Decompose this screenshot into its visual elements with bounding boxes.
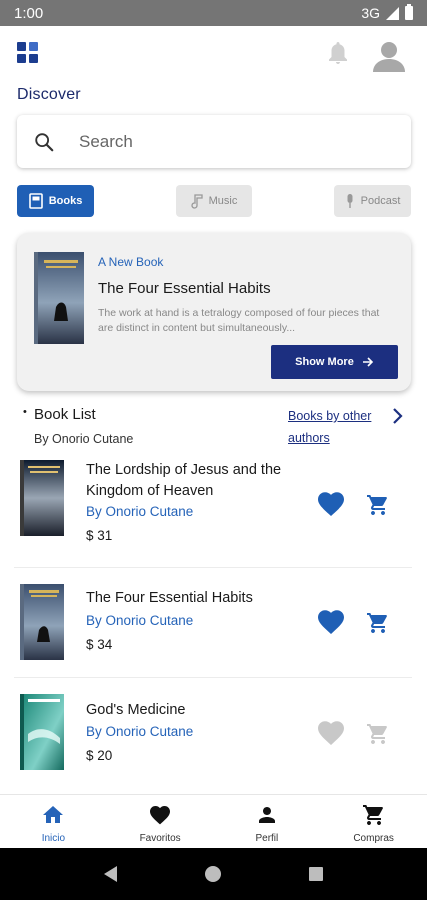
tab-podcast[interactable]: Podcast — [334, 185, 411, 217]
menu-grid-icon[interactable] — [17, 42, 39, 64]
arrow-right-icon — [362, 357, 373, 367]
bottom-navigation: Inicio Favoritos Perfil Compras — [0, 794, 427, 848]
tab-podcast-label: Podcast — [360, 195, 401, 207]
book-title: The Lordship of Jesus and the Kingdom of… — [86, 462, 282, 499]
home-button-icon[interactable] — [205, 866, 221, 882]
network-label: 3G — [361, 5, 380, 21]
featured-title: The Four Essential Habits — [98, 280, 271, 297]
book-cover — [20, 584, 64, 660]
book-cover — [20, 694, 64, 770]
featured-book-cover — [34, 252, 84, 344]
book-price: $ 31 — [86, 528, 113, 543]
nav-favoritos[interactable]: Favoritos — [107, 795, 214, 848]
music-note-icon — [191, 194, 203, 209]
tab-books-label: Books — [48, 195, 83, 207]
nav-favoritos-label: Favoritos — [139, 833, 181, 844]
featured-tag: A New Book — [98, 255, 164, 269]
microphone-icon — [347, 194, 353, 208]
book-price: $ 34 — [86, 637, 113, 652]
signal-icon — [386, 6, 399, 20]
divider — [14, 677, 412, 678]
heart-icon — [150, 806, 171, 825]
nav-perfil-label: Perfil — [255, 833, 279, 844]
heart-icon[interactable] — [317, 720, 345, 746]
tab-music[interactable]: Music — [176, 185, 252, 217]
heart-icon[interactable] — [317, 609, 345, 635]
featured-description: The work at hand is a tetralogy composed… — [98, 307, 380, 334]
list-bullet: • — [23, 406, 27, 418]
back-icon[interactable] — [104, 866, 117, 882]
status-icons: 3G — [361, 4, 413, 21]
bell-icon[interactable] — [326, 40, 350, 66]
nav-compras-label: Compras — [353, 833, 394, 844]
list-item[interactable]: The Four Essential Habits By Onorio Cuta… — [0, 578, 427, 688]
book-list-subtitle: By Onorio Cutane — [34, 432, 134, 446]
search-icon — [35, 132, 54, 151]
book-author[interactable]: By Onorio Cutane — [86, 724, 193, 739]
cart-icon — [362, 805, 383, 825]
battery-icon — [405, 4, 413, 20]
search-input[interactable] — [79, 131, 379, 152]
cart-icon[interactable] — [366, 611, 390, 635]
recent-apps-icon[interactable] — [309, 867, 323, 881]
book-list-title: Book List — [34, 406, 96, 423]
book-price: $ 20 — [86, 748, 113, 763]
book-title: God's Medicine — [86, 702, 186, 718]
cart-icon[interactable] — [366, 722, 390, 746]
book-author[interactable]: By Onorio Cutane — [86, 504, 193, 519]
list-item[interactable]: God's Medicine By Onorio Cutane $ 20 — [0, 688, 427, 798]
avatar[interactable] — [371, 38, 407, 74]
book-author[interactable]: By Onorio Cutane — [86, 613, 193, 628]
person-icon — [258, 807, 275, 823]
cart-icon[interactable] — [366, 493, 390, 517]
nav-inicio[interactable]: Inicio — [0, 795, 107, 848]
book-cover — [20, 460, 64, 536]
book-icon — [28, 193, 43, 209]
divider — [14, 567, 412, 568]
system-navigation-bar — [0, 848, 427, 900]
tab-music-label: Music — [208, 195, 238, 207]
home-icon — [43, 806, 64, 823]
page-title: Discover — [17, 86, 81, 103]
search-box[interactable] — [17, 115, 411, 168]
tab-books[interactable]: Books — [17, 185, 94, 217]
heart-icon[interactable] — [317, 491, 345, 517]
status-time: 1:00 — [14, 4, 44, 22]
list-item[interactable]: The Lordship of Jesus and the Kingdom of… — [0, 456, 427, 566]
chevron-right-icon[interactable] — [391, 407, 403, 425]
nav-perfil[interactable]: Perfil — [214, 795, 321, 848]
nav-compras[interactable]: Compras — [320, 795, 427, 848]
featured-book-card[interactable]: A New Book The Four Essential Habits The… — [17, 233, 411, 391]
show-more-button[interactable]: Show More — [271, 345, 398, 379]
status-bar: 1:00 3G — [0, 0, 427, 26]
show-more-label: Show More — [295, 356, 354, 368]
book-title: The Four Essential Habits — [86, 590, 253, 606]
other-authors-link[interactable]: Books by other authors — [288, 405, 388, 449]
nav-inicio-label: Inicio — [41, 833, 66, 844]
